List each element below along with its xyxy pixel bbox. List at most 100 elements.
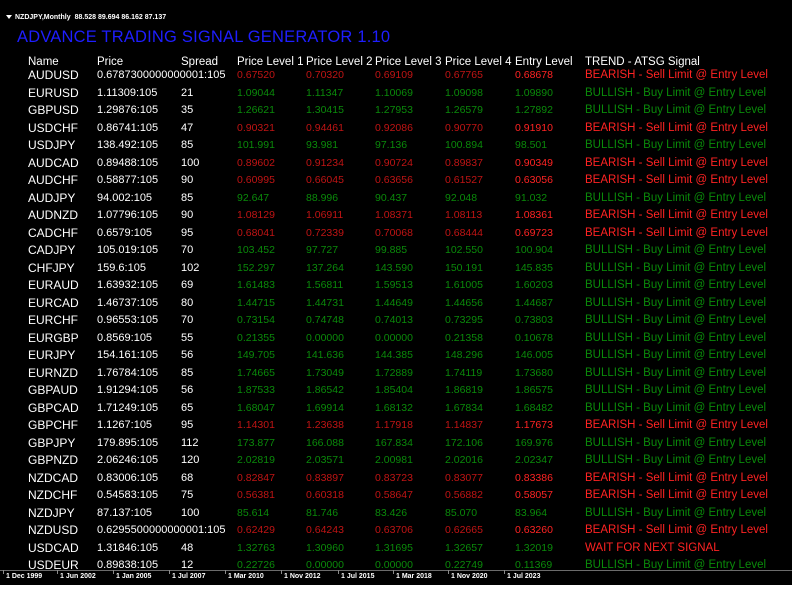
dropdown-triangle-icon[interactable] xyxy=(6,15,12,20)
entry-level: 0.91910 xyxy=(515,121,553,134)
price-level-2: 0.60318 xyxy=(306,489,344,501)
pair-name: GBPAUD xyxy=(28,383,78,397)
price-value: 1.11309:105 xyxy=(97,86,158,99)
entry-level: 169.976 xyxy=(515,436,553,449)
entry-level: 1.09890 xyxy=(515,86,553,99)
entry-level: 0.63056 xyxy=(515,174,553,186)
price-level-4: 1.14837 xyxy=(445,419,483,431)
header-level-2: Price Level 2 xyxy=(306,56,373,68)
entry-level: 1.60203 xyxy=(515,279,553,291)
price-level-2: 1.30415 xyxy=(306,104,344,116)
price-level-1: 85.614 xyxy=(237,506,270,519)
price-level-3: 2.00981 xyxy=(375,454,413,466)
pair-name: GBPUSD xyxy=(28,103,79,117)
price-level-2: 93.981 xyxy=(306,139,339,151)
price-value: 1.76784:105 xyxy=(97,366,159,379)
entry-level: 1.27892 xyxy=(515,104,553,116)
spread-value: 70 xyxy=(181,314,194,326)
time-axis: 1 Dec 1999 1 Jun 2002 1 Jan 2005 1 Jul 2007… xyxy=(0,570,792,585)
price-level-4: 2.02016 xyxy=(445,454,483,466)
table-row: AUDCAD 0.89488:105 100 0.89602 0.91234 0.9072… xyxy=(0,156,792,174)
spread-value: 56 xyxy=(181,384,194,396)
entry-level: 0.63260 xyxy=(515,524,553,536)
spread-value: 75 xyxy=(181,489,194,501)
table-row: GBPUSD 1.29876:105 35 1.26621 1.30415 1.27953… xyxy=(0,103,792,121)
price-level-1: 0.82847 xyxy=(237,471,275,484)
price-level-1: 2.02819 xyxy=(237,454,275,466)
price-level-2: 0.72339 xyxy=(306,226,344,239)
header-spread: Spread xyxy=(181,56,219,68)
entry-level: 1.32019 xyxy=(515,541,553,554)
pair-name: USDCHF xyxy=(28,120,78,135)
table-row: USDCAD 1.31846:105 48 1.32763 1.30960 1.31695… xyxy=(0,541,792,559)
spread-value: 47 xyxy=(181,121,194,134)
price-value: 87.137:105 xyxy=(97,506,153,519)
price-value: 1.31846:105 xyxy=(97,541,159,554)
price-level-3: 1.27953 xyxy=(375,104,413,116)
pair-name: NZDUSD xyxy=(28,523,78,537)
price-level-3: 1.08371 xyxy=(375,209,413,221)
entry-level: 0.68678 xyxy=(515,69,553,81)
table-row: EURCAD 1.46737:105 80 1.44715 1.44731 1.44649… xyxy=(0,296,792,314)
pair-name: GBPCAD xyxy=(28,400,79,415)
price-level-4: 1.09098 xyxy=(445,86,483,99)
entry-level: 1.17673 xyxy=(515,419,553,431)
time-axis-label: 1 Jul 2007 xyxy=(168,570,206,580)
trend-signal: BULLISH - Buy Limit @ Entry Level xyxy=(585,366,767,379)
price-level-4: 0.90770 xyxy=(445,121,483,134)
price-level-1: 101.991 xyxy=(237,139,275,151)
price-value: 159.6:105 xyxy=(97,261,146,274)
table-row: GBPJPY 179.895:105 112 173.877 166.088 167.83… xyxy=(0,436,792,454)
trend-signal: BULLISH - Buy Limit @ Entry Level xyxy=(585,139,767,151)
table-row: EURCHF 0.96553:105 70 0.73154 0.74748 0.74013… xyxy=(0,313,792,331)
price-level-3: 1.72889 xyxy=(375,366,413,379)
entry-level: 145.835 xyxy=(515,261,553,274)
pair-name: GBPNZD xyxy=(28,453,79,467)
ohlc-values: 88.528 89.694 86.162 87.137 xyxy=(74,14,167,21)
pair-name: CADJPY xyxy=(28,243,76,257)
price-level-4: 172.106 xyxy=(445,436,483,449)
price-value: 1.91294:105 xyxy=(97,384,159,396)
price-level-4: 1.08113 xyxy=(445,209,483,221)
trend-signal: BULLISH - Buy Limit @ Entry Level xyxy=(585,506,767,519)
trend-signal: WAIT FOR NEXT SIGNAL xyxy=(585,541,720,554)
pair-name: NZDCHF xyxy=(28,488,78,502)
spread-value: 80 xyxy=(181,296,194,309)
price-level-3: 167.834 xyxy=(375,436,413,449)
price-value: 1.1267:105 xyxy=(97,419,153,431)
pair-name: AUDCAD xyxy=(28,155,79,170)
trend-signal: BULLISH - Buy Limit @ Entry Level xyxy=(585,454,767,466)
entry-level: 98.501 xyxy=(515,139,548,151)
pair-name: EURAUD xyxy=(28,278,79,292)
trend-signal: BULLISH - Buy Limit @ Entry Level xyxy=(585,261,767,274)
pair-name: AUDNZD xyxy=(28,208,78,222)
price-level-1: 1.26621 xyxy=(237,104,275,116)
table-row: USDJPY 138.492:105 85 101.991 93.981 97.136 10… xyxy=(0,138,792,156)
chart-window[interactable]: NZDJPY,Monthly 88.528 89.694 86.162 87.13… xyxy=(0,0,792,585)
entry-level: 1.68482 xyxy=(515,401,553,414)
price-level-3: 0.70068 xyxy=(375,226,413,239)
spread-value: 90 xyxy=(181,209,194,221)
price-level-1: 1.32763 xyxy=(237,541,275,554)
price-level-3: 0.74013 xyxy=(375,314,413,326)
spread-value: 120 xyxy=(181,454,200,466)
header-trend: TREND - ATSG Signal xyxy=(585,56,700,68)
entry-level: 0.90349 xyxy=(515,156,553,169)
entry-level: 0.58057 xyxy=(515,489,553,501)
trend-signal: BULLISH - Buy Limit @ Entry Level xyxy=(585,314,767,326)
price-value: 154.161:105 xyxy=(97,349,159,361)
pair-name: NZDCAD xyxy=(28,470,78,485)
trend-signal: BEARISH - Sell Limit @ Entry Level xyxy=(585,209,768,221)
price-level-3: 0.69109 xyxy=(375,69,413,81)
spread-value: 112 xyxy=(181,436,199,449)
trend-signal: BEARISH - Sell Limit @ Entry Level xyxy=(585,419,768,431)
price-level-4: 0.61527 xyxy=(445,174,483,186)
price-level-4: 0.62665 xyxy=(445,524,483,536)
price-level-2: 0.66045 xyxy=(306,174,344,186)
price-level-4: 0.56882 xyxy=(445,489,483,501)
trend-signal: BULLISH - Buy Limit @ Entry Level xyxy=(585,401,767,414)
price-level-4: 92.048 xyxy=(445,191,478,204)
spread-value: 35 xyxy=(181,104,194,116)
spread-value: 85 xyxy=(181,139,194,151)
price-level-2: 0.64243 xyxy=(306,524,344,536)
